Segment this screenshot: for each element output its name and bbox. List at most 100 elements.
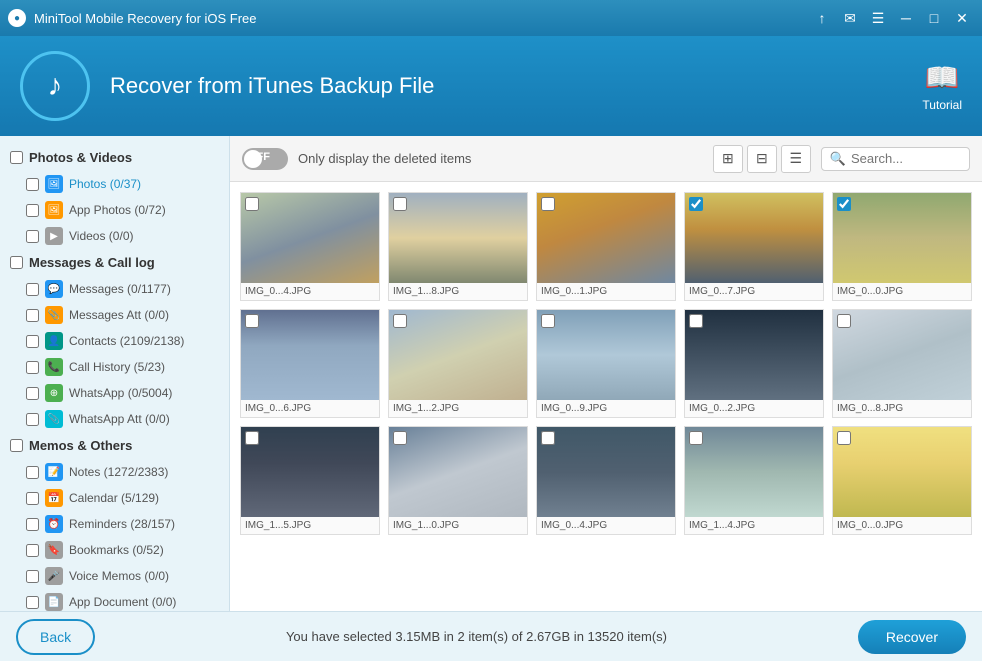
recover-button[interactable]: Recover: [858, 620, 966, 654]
photo-item[interactable]: IMG_0...1.JPG: [536, 192, 676, 301]
photo-checkbox-2[interactable]: [541, 197, 555, 211]
sidebar-item-reminders[interactable]: ⏰ Reminders (28/157): [0, 511, 229, 537]
sidebar-item-app-photos-checkbox[interactable]: [26, 204, 39, 217]
photo-item[interactable]: IMG_1...0.JPG: [388, 426, 528, 535]
sidebar-item-messages[interactable]: 💬 Messages (0/1177): [0, 276, 229, 302]
sidebar-item-whatsapp-att-checkbox[interactable]: [26, 413, 39, 426]
sidebar-item-call-history[interactable]: 📞 Call History (5/23): [0, 354, 229, 380]
sidebar-item-notes-label: Notes (1272/2383): [69, 465, 168, 479]
photo-checkbox-12[interactable]: [541, 431, 555, 445]
sidebar-item-videos[interactable]: ▶ Videos (0/0): [0, 223, 229, 249]
app-logo: ●: [8, 9, 26, 27]
sidebar-item-videos-label: Videos (0/0): [69, 229, 133, 243]
photo-item[interactable]: IMG_0...4.JPG: [240, 192, 380, 301]
sidebar-group-memos[interactable]: Memos & Others: [0, 432, 229, 459]
toggle-switch[interactable]: OFF: [242, 148, 288, 170]
sidebar-item-notes-checkbox[interactable]: [26, 466, 39, 479]
detail-view-button[interactable]: ☰: [781, 145, 811, 173]
photo-checkbox-8[interactable]: [689, 314, 703, 328]
title-bar: ● MiniTool Mobile Recovery for iOS Free …: [0, 0, 982, 36]
sidebar-group-memos-checkbox[interactable]: [10, 439, 23, 452]
sidebar-item-photos[interactable]: 🖼 Photos (0/37): [0, 171, 229, 197]
photo-item[interactable]: IMG_1...5.JPG: [240, 426, 380, 535]
sidebar-item-calendar-checkbox[interactable]: [26, 492, 39, 505]
photo-item[interactable]: IMG_0...0.JPG: [832, 426, 972, 535]
sidebar-item-reminders-checkbox[interactable]: [26, 518, 39, 531]
sidebar-item-bookmarks[interactable]: 🔖 Bookmarks (0/52): [0, 537, 229, 563]
sidebar-group-photos[interactable]: Photos & Videos: [0, 144, 229, 171]
list-view-button[interactable]: ⊟: [747, 145, 777, 173]
sidebar-item-messages-att-label: Messages Att (0/0): [69, 308, 169, 322]
photo-checkbox-9[interactable]: [837, 314, 851, 328]
photo-checkbox-11[interactable]: [393, 431, 407, 445]
toggle-track[interactable]: OFF: [242, 148, 288, 170]
mail-btn[interactable]: ✉: [838, 6, 862, 30]
sidebar-group-messages[interactable]: Messages & Call log: [0, 249, 229, 276]
sidebar-item-whatsapp[interactable]: ⊕ WhatsApp (0/5004): [0, 380, 229, 406]
photo-item[interactable]: IMG_0...9.JPG: [536, 309, 676, 418]
photo-item[interactable]: IMG_1...4.JPG: [684, 426, 824, 535]
photo-item[interactable]: IMG_0...2.JPG: [684, 309, 824, 418]
photo-item[interactable]: IMG_1...8.JPG: [388, 192, 528, 301]
photo-label: IMG_1...2.JPG: [389, 400, 527, 417]
back-button[interactable]: Back: [16, 619, 95, 655]
photos-icon: 🖼: [45, 175, 63, 193]
sidebar-group-messages-checkbox[interactable]: [10, 256, 23, 269]
app-document-icon: 📄: [45, 593, 63, 611]
sidebar-item-videos-checkbox[interactable]: [26, 230, 39, 243]
sidebar-item-app-document-checkbox[interactable]: [26, 596, 39, 609]
photo-checkbox-14[interactable]: [837, 431, 851, 445]
photo-thumbnail: [833, 310, 971, 400]
menu-btn[interactable]: ☰: [866, 6, 890, 30]
sidebar-item-app-document[interactable]: 📄 App Document (0/0): [0, 589, 229, 611]
photo-item[interactable]: IMG_0...0.JPG: [832, 192, 972, 301]
photo-checkbox-3[interactable]: [689, 197, 703, 211]
sidebar-item-whatsapp-checkbox[interactable]: [26, 387, 39, 400]
view-buttons: ⊞ ⊟ ☰: [713, 145, 811, 173]
tutorial-button[interactable]: 📖 Tutorial: [922, 61, 962, 112]
sidebar-item-notes[interactable]: 📝 Notes (1272/2383): [0, 459, 229, 485]
sidebar-item-contacts-checkbox[interactable]: [26, 335, 39, 348]
photo-checkbox-13[interactable]: [689, 431, 703, 445]
sidebar-item-bookmarks-checkbox[interactable]: [26, 544, 39, 557]
sidebar-group-photos-checkbox[interactable]: [10, 151, 23, 164]
sidebar-item-app-photos[interactable]: 🖼 App Photos (0/72): [0, 197, 229, 223]
photo-item[interactable]: IMG_1...2.JPG: [388, 309, 528, 418]
calendar-icon: 📅: [45, 489, 63, 507]
whatsapp-att-icon: 📎: [45, 410, 63, 428]
photo-label: IMG_0...0.JPG: [833, 283, 971, 300]
photo-checkbox-5[interactable]: [245, 314, 259, 328]
minimize-btn[interactable]: ─: [894, 6, 918, 30]
photo-checkbox-7[interactable]: [541, 314, 555, 328]
close-btn[interactable]: ✕: [950, 6, 974, 30]
photo-item[interactable]: IMG_0...6.JPG: [240, 309, 380, 418]
sidebar-item-app-document-label: App Document (0/0): [69, 595, 176, 609]
photo-thumbnail: [537, 193, 675, 283]
photo-checkbox-10[interactable]: [245, 431, 259, 445]
grid-view-button[interactable]: ⊞: [713, 145, 743, 173]
sidebar-item-messages-att-checkbox[interactable]: [26, 309, 39, 322]
sidebar-item-messages-checkbox[interactable]: [26, 283, 39, 296]
maximize-btn[interactable]: □: [922, 6, 946, 30]
photo-checkbox-4[interactable]: [837, 197, 851, 211]
photo-checkbox-0[interactable]: [245, 197, 259, 211]
upload-btn[interactable]: ↑: [810, 6, 834, 30]
photo-item[interactable]: IMG_0...7.JPG: [684, 192, 824, 301]
photo-checkbox-1[interactable]: [393, 197, 407, 211]
header-icon: ♪: [20, 51, 90, 121]
photo-item[interactable]: IMG_0...4.JPG: [536, 426, 676, 535]
sidebar-item-calendar[interactable]: 📅 Calendar (5/129): [0, 485, 229, 511]
sidebar-item-voice-memos-checkbox[interactable]: [26, 570, 39, 583]
photo-checkbox-6[interactable]: [393, 314, 407, 328]
sidebar-item-photos-checkbox[interactable]: [26, 178, 39, 191]
sidebar-item-whatsapp-att[interactable]: 📎 WhatsApp Att (0/0): [0, 406, 229, 432]
header-title: Recover from iTunes Backup File: [110, 73, 922, 99]
sidebar-item-call-history-checkbox[interactable]: [26, 361, 39, 374]
sidebar-item-voice-memos[interactable]: 🎤 Voice Memos (0/0): [0, 563, 229, 589]
search-input[interactable]: [851, 151, 961, 166]
sidebar-item-contacts[interactable]: 👤 Contacts (2109/2138): [0, 328, 229, 354]
sidebar-item-messages-att[interactable]: 📎 Messages Att (0/0): [0, 302, 229, 328]
photo-label: IMG_0...2.JPG: [685, 400, 823, 417]
photo-item[interactable]: IMG_0...8.JPG: [832, 309, 972, 418]
sidebar: Photos & Videos 🖼 Photos (0/37) 🖼 App Ph…: [0, 136, 230, 611]
